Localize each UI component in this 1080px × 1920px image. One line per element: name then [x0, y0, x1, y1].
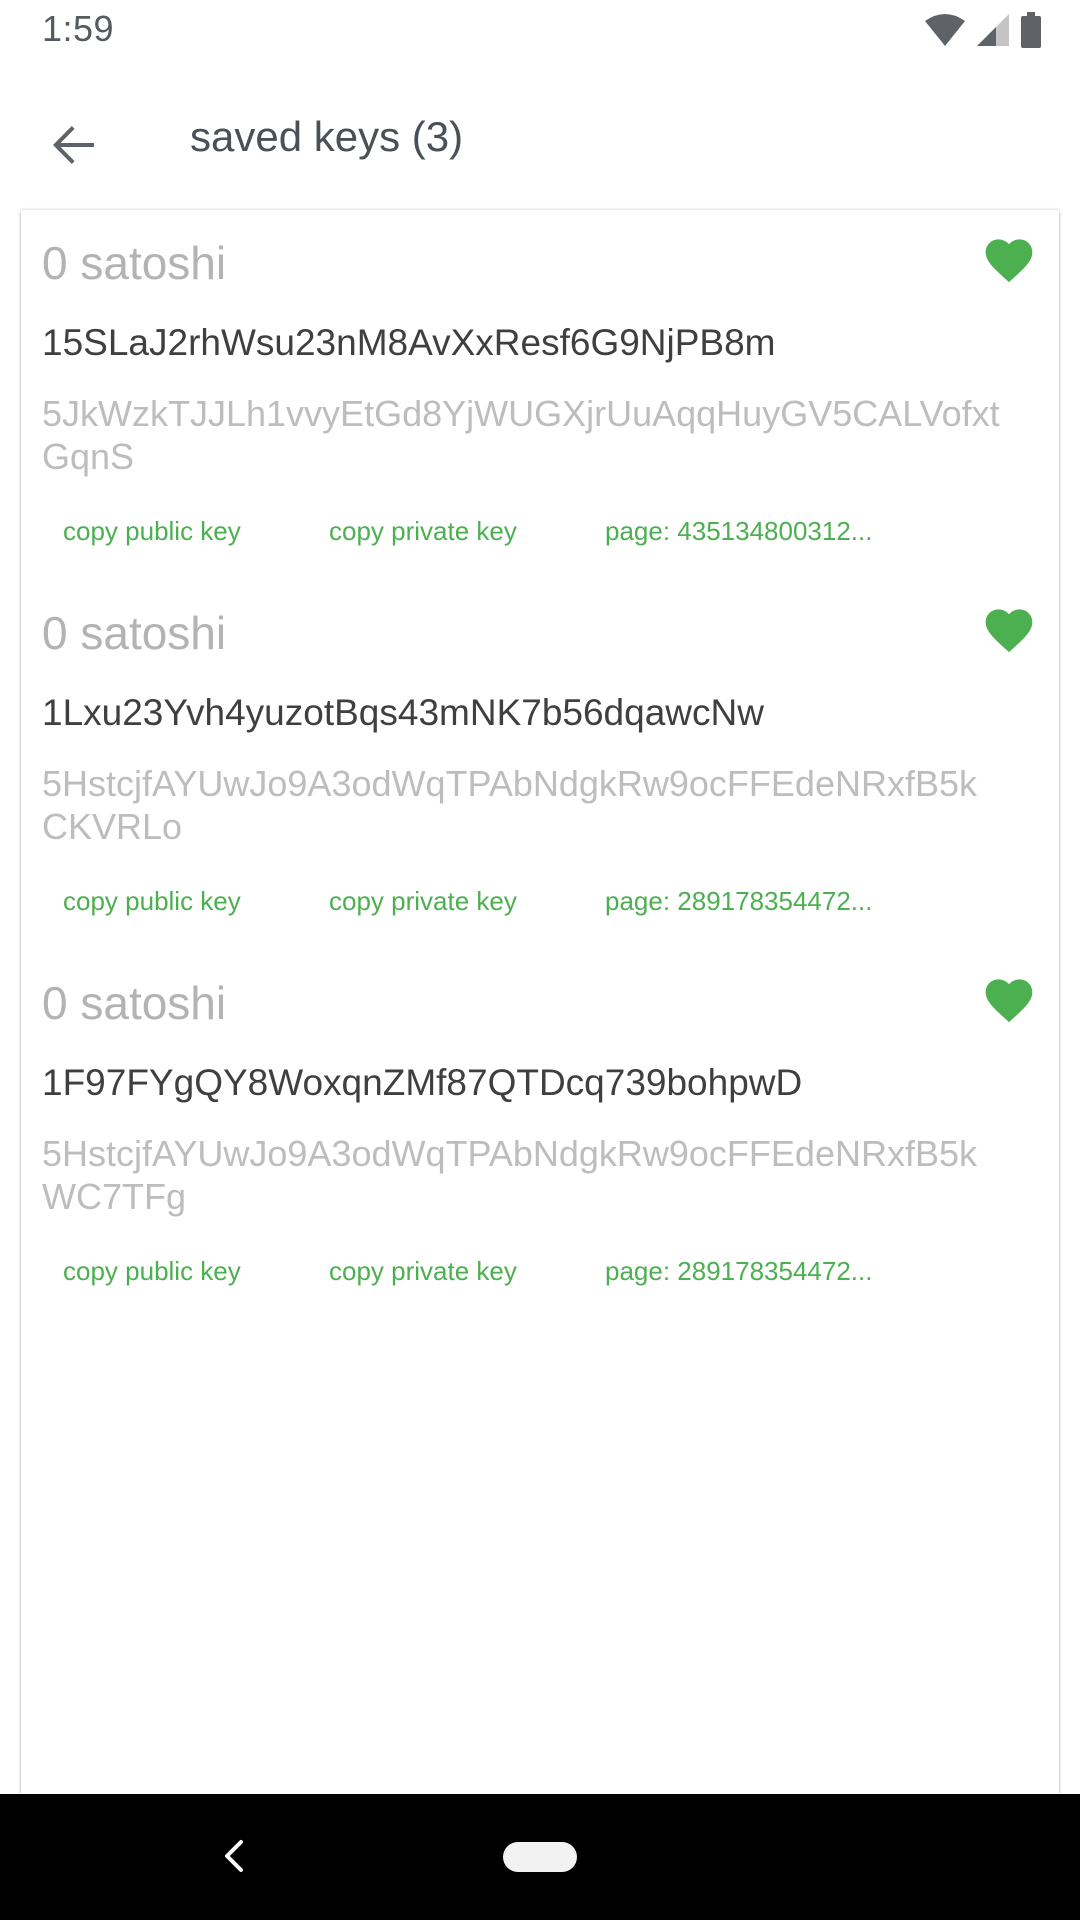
favorite-button[interactable] — [981, 602, 1037, 654]
nav-back-button[interactable] — [210, 1834, 258, 1882]
key-actions: copy public key copy private key page: 2… — [21, 886, 1059, 936]
private-key: 5HstcjfAYUwJo9A3odWqTPAbNdgkRw9ocFFEdeNR… — [42, 1133, 977, 1217]
private-key: 5HstcjfAYUwJo9A3odWqTPAbNdgkRw9ocFFEdeNR… — [42, 763, 977, 847]
heart-icon — [981, 979, 1037, 1028]
key-actions: copy public key copy private key page: 4… — [21, 516, 1059, 566]
page-title: saved keys (3) — [190, 113, 464, 160]
public-key-address: 15SLaJ2rhWsu23nM8AvXxResf6G9NjPB8m — [42, 322, 776, 363]
copy-private-key-button[interactable]: copy private key — [329, 516, 517, 547]
page-link[interactable]: page: 435134800312... — [605, 516, 872, 547]
key-list-item: 0 satoshi 1Lxu23Yvh4yuzotBqs43mNK7b56dqa… — [21, 580, 1059, 950]
favorite-button[interactable] — [981, 232, 1037, 284]
copy-public-key-button[interactable]: copy public key — [63, 1256, 241, 1287]
key-list-item: 0 satoshi 1F97FYgQY8WoxqnZMf87QTDcq739bo… — [21, 950, 1059, 1320]
wifi-icon — [924, 13, 966, 47]
status-icons — [924, 12, 1042, 48]
status-bar: 1:59 — [0, 0, 1080, 63]
favorite-button[interactable] — [981, 972, 1037, 1024]
public-key-address: 1Lxu23Yvh4yuzotBqs43mNK7b56dqawcNw — [42, 692, 764, 733]
copy-private-key-button[interactable]: copy private key — [329, 1256, 517, 1287]
copy-public-key-button[interactable]: copy public key — [63, 516, 241, 547]
key-actions: copy public key copy private key page: 2… — [21, 1256, 1059, 1306]
battery-icon — [1020, 12, 1042, 48]
page-link[interactable]: page: 289178354472... — [605, 886, 872, 917]
copy-private-key-button[interactable]: copy private key — [329, 886, 517, 917]
arrow-back-icon — [50, 121, 98, 174]
nav-home-pill[interactable] — [503, 1842, 577, 1872]
back-button[interactable] — [34, 107, 114, 187]
heart-icon — [981, 609, 1037, 658]
nav-back-icon — [219, 1838, 249, 1879]
cellular-signal-icon — [976, 13, 1010, 47]
status-time: 1:59 — [42, 8, 115, 49]
saved-keys-list: 0 satoshi 15SLaJ2rhWsu23nM8AvXxResf6G9Nj… — [21, 210, 1059, 1794]
page-link[interactable]: page: 289178354472... — [605, 1256, 872, 1287]
key-balance: 0 satoshi — [42, 237, 227, 289]
navigation-bar — [0, 1794, 1080, 1920]
public-key-address: 1F97FYgQY8WoxqnZMf87QTDcq739bohpwD — [42, 1062, 803, 1103]
key-balance: 0 satoshi — [42, 607, 227, 659]
app-bar: saved keys (3) — [0, 63, 1080, 210]
key-list-item: 0 satoshi 15SLaJ2rhWsu23nM8AvXxResf6G9Nj… — [21, 210, 1059, 580]
heart-icon — [981, 239, 1037, 288]
key-balance: 0 satoshi — [42, 977, 227, 1029]
private-key: 5JkWzkTJJLh1vvyEtGd8YjWUGXjrUuAqqHuyGV5C… — [42, 393, 1000, 477]
copy-public-key-button[interactable]: copy public key — [63, 886, 241, 917]
